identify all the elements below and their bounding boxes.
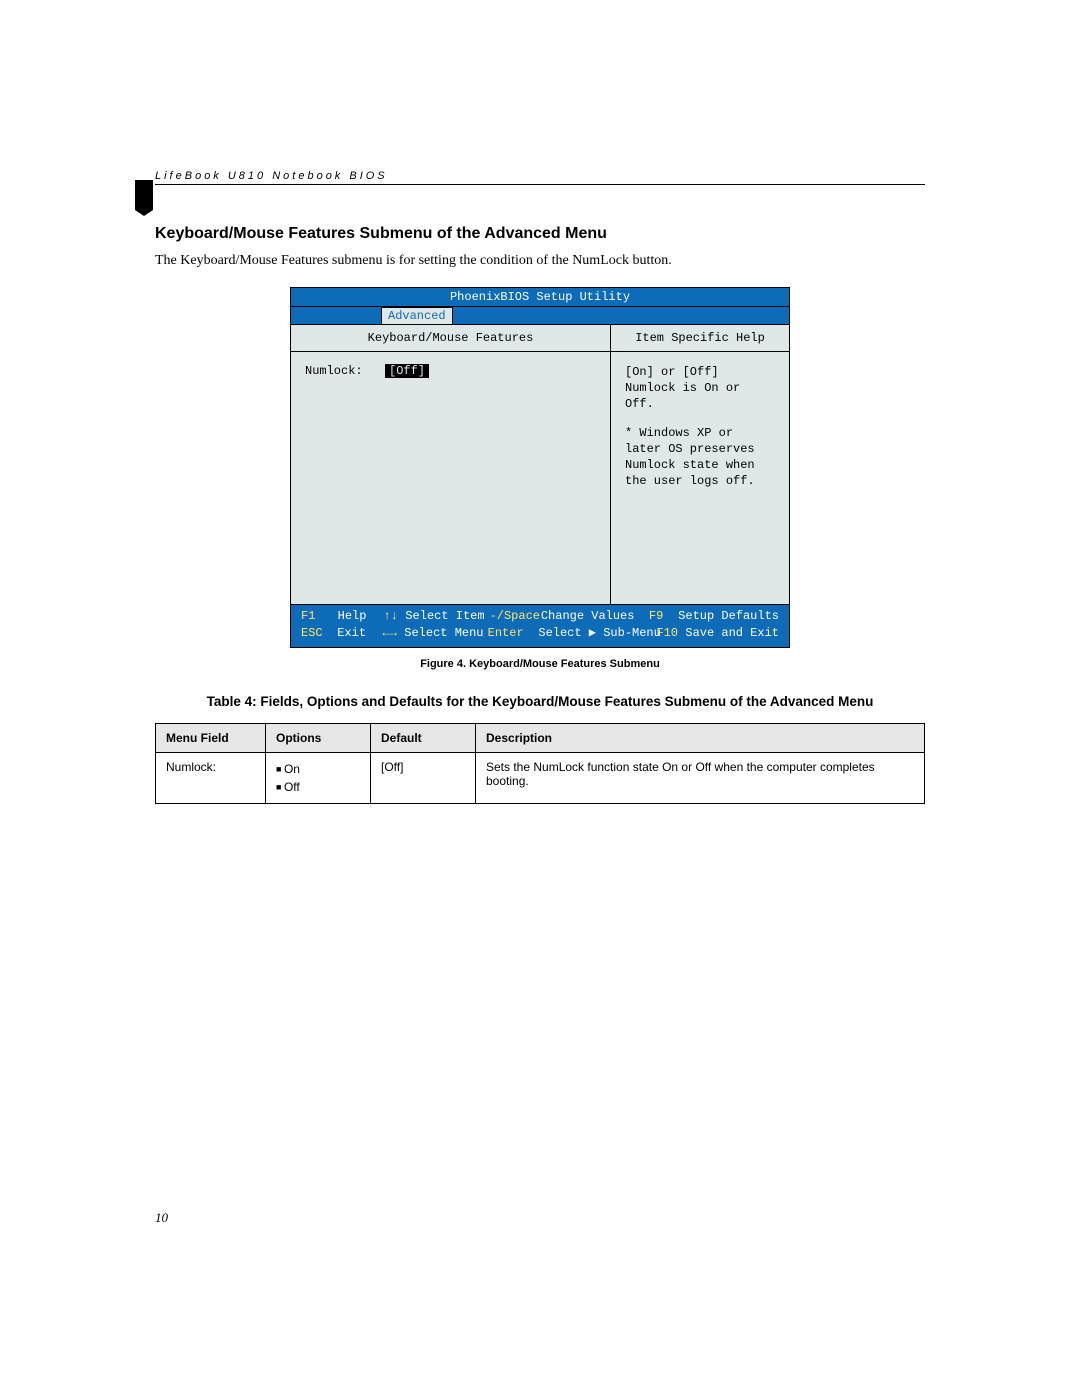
bios-footer: F1 Help ↑↓ Select Item -/Space Change Va… (291, 605, 789, 647)
bios-tab-advanced[interactable]: Advanced (381, 307, 453, 324)
figure-caption: Figure 4. Keyboard/Mouse Features Submen… (155, 658, 925, 670)
bios-setting-label: Numlock: (305, 364, 385, 378)
cell-description: Sets the NumLock function state On or Of… (476, 752, 925, 803)
cell-menu-field: Numlock: (156, 752, 266, 803)
th-description: Description (476, 723, 925, 752)
th-options: Options (266, 723, 371, 752)
arrow-leftright-icon: ←→ (383, 625, 405, 642)
bios-tab-bar: Advanced (291, 307, 789, 325)
bios-help-text: [On] or [Off]Numlock is On or Off. * Win… (611, 352, 789, 604)
cell-default: [Off] (371, 752, 476, 803)
bios-setting-row[interactable]: Numlock: [Off] (305, 364, 596, 378)
fields-table: Menu Field Options Default Description N… (155, 723, 925, 804)
th-default: Default (371, 723, 476, 752)
bios-setting-value[interactable]: [Off] (385, 364, 429, 378)
cell-options: On Off (266, 752, 371, 803)
running-head: LifeBook U810 Notebook BIOS (155, 170, 925, 185)
option-on: On (276, 760, 360, 778)
arrow-updown-icon: ↑↓ (383, 608, 405, 625)
table-row: Numlock: On Off [Off] Sets the NumLock f… (156, 752, 925, 803)
bios-key-esc: ESC (301, 625, 337, 642)
section-intro: The Keyboard/Mouse Features submenu is f… (155, 253, 925, 269)
bios-help-heading: Item Specific Help (611, 325, 789, 352)
bios-key-f1: F1 (301, 608, 338, 625)
th-menu-field: Menu Field (156, 723, 266, 752)
bios-key-f10: F10 (656, 625, 685, 642)
section-title: Keyboard/Mouse Features Submenu of the A… (155, 225, 925, 243)
bios-left-heading: Keyboard/Mouse Features (291, 325, 610, 352)
option-off: Off (276, 778, 360, 796)
section-marker-icon (135, 180, 153, 216)
page-number: 10 (155, 1210, 168, 1226)
table-caption: Table 4: Fields, Options and Defaults fo… (155, 694, 925, 709)
bios-title: PhoenixBIOS Setup Utility (291, 288, 789, 307)
bios-key-f9: F9 (649, 608, 678, 625)
bios-screenshot: PhoenixBIOS Setup Utility Advanced Keybo… (290, 287, 790, 648)
table-header-row: Menu Field Options Default Description (156, 723, 925, 752)
